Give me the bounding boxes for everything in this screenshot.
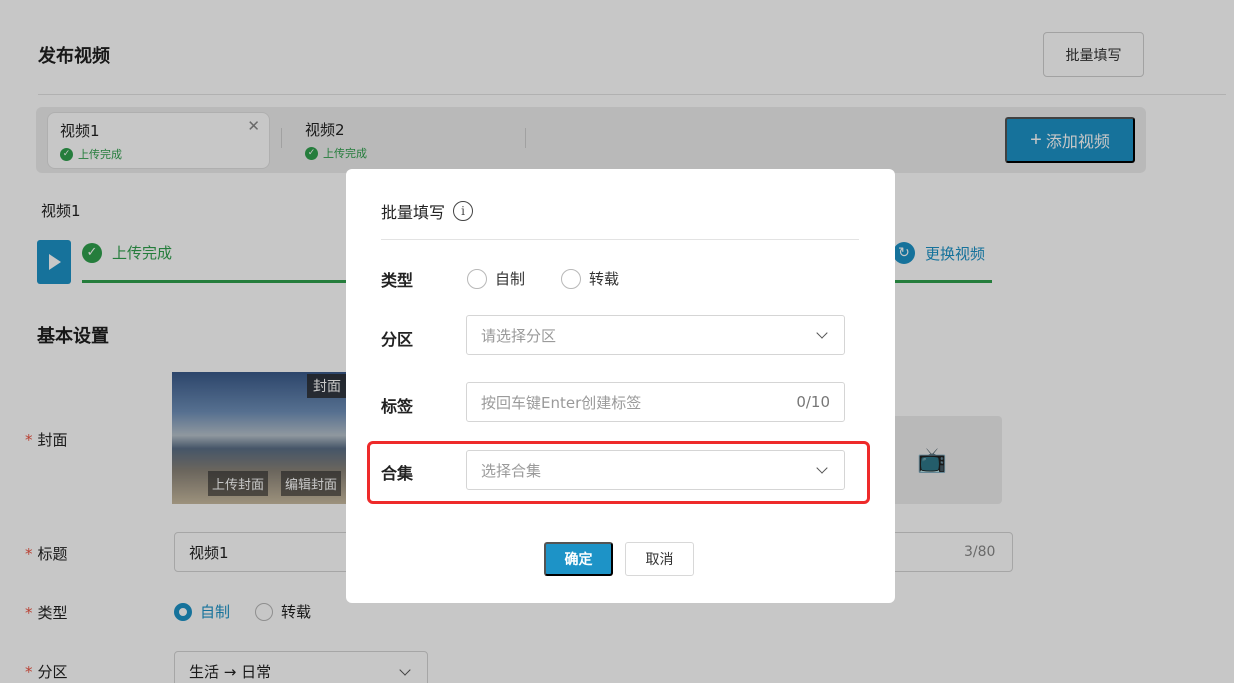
cancel-button[interactable]: 取消 <box>625 542 694 576</box>
modal-radio-repost[interactable]: 转载 <box>561 268 619 289</box>
modal-collection-label: 合集 <box>381 464 414 483</box>
info-icon[interactable]: i <box>453 201 474 221</box>
tags-count: 0/10 <box>796 393 830 411</box>
radio-unchecked[interactable] <box>467 268 487 289</box>
confirm-button[interactable]: 确定 <box>544 542 613 576</box>
modal-type-radios: 自制 转载 <box>467 268 619 289</box>
modal-tags-input[interactable]: 按回车键Enter创建标签 0/10 <box>466 382 845 422</box>
modal-collection-select[interactable]: 选择合集 <box>466 450 845 490</box>
chevron-down-icon <box>816 327 828 339</box>
modal-type-label: 类型 <box>381 271 414 290</box>
modal-divider <box>381 239 859 240</box>
modal-area-select[interactable]: 请选择分区 <box>466 315 845 355</box>
modal-area-label: 分区 <box>381 330 414 349</box>
chevron-down-icon <box>816 462 828 474</box>
batch-fill-modal: 批量填写 i 类型 自制 转载 分区 请选择分区 标签 按回车键Enter创建标… <box>346 169 895 603</box>
modal-radio-self[interactable]: 自制 <box>467 268 525 289</box>
radio-unchecked[interactable] <box>561 268 582 289</box>
modal-title: 批量填写 i <box>381 199 474 223</box>
modal-tags-label: 标签 <box>381 397 414 416</box>
